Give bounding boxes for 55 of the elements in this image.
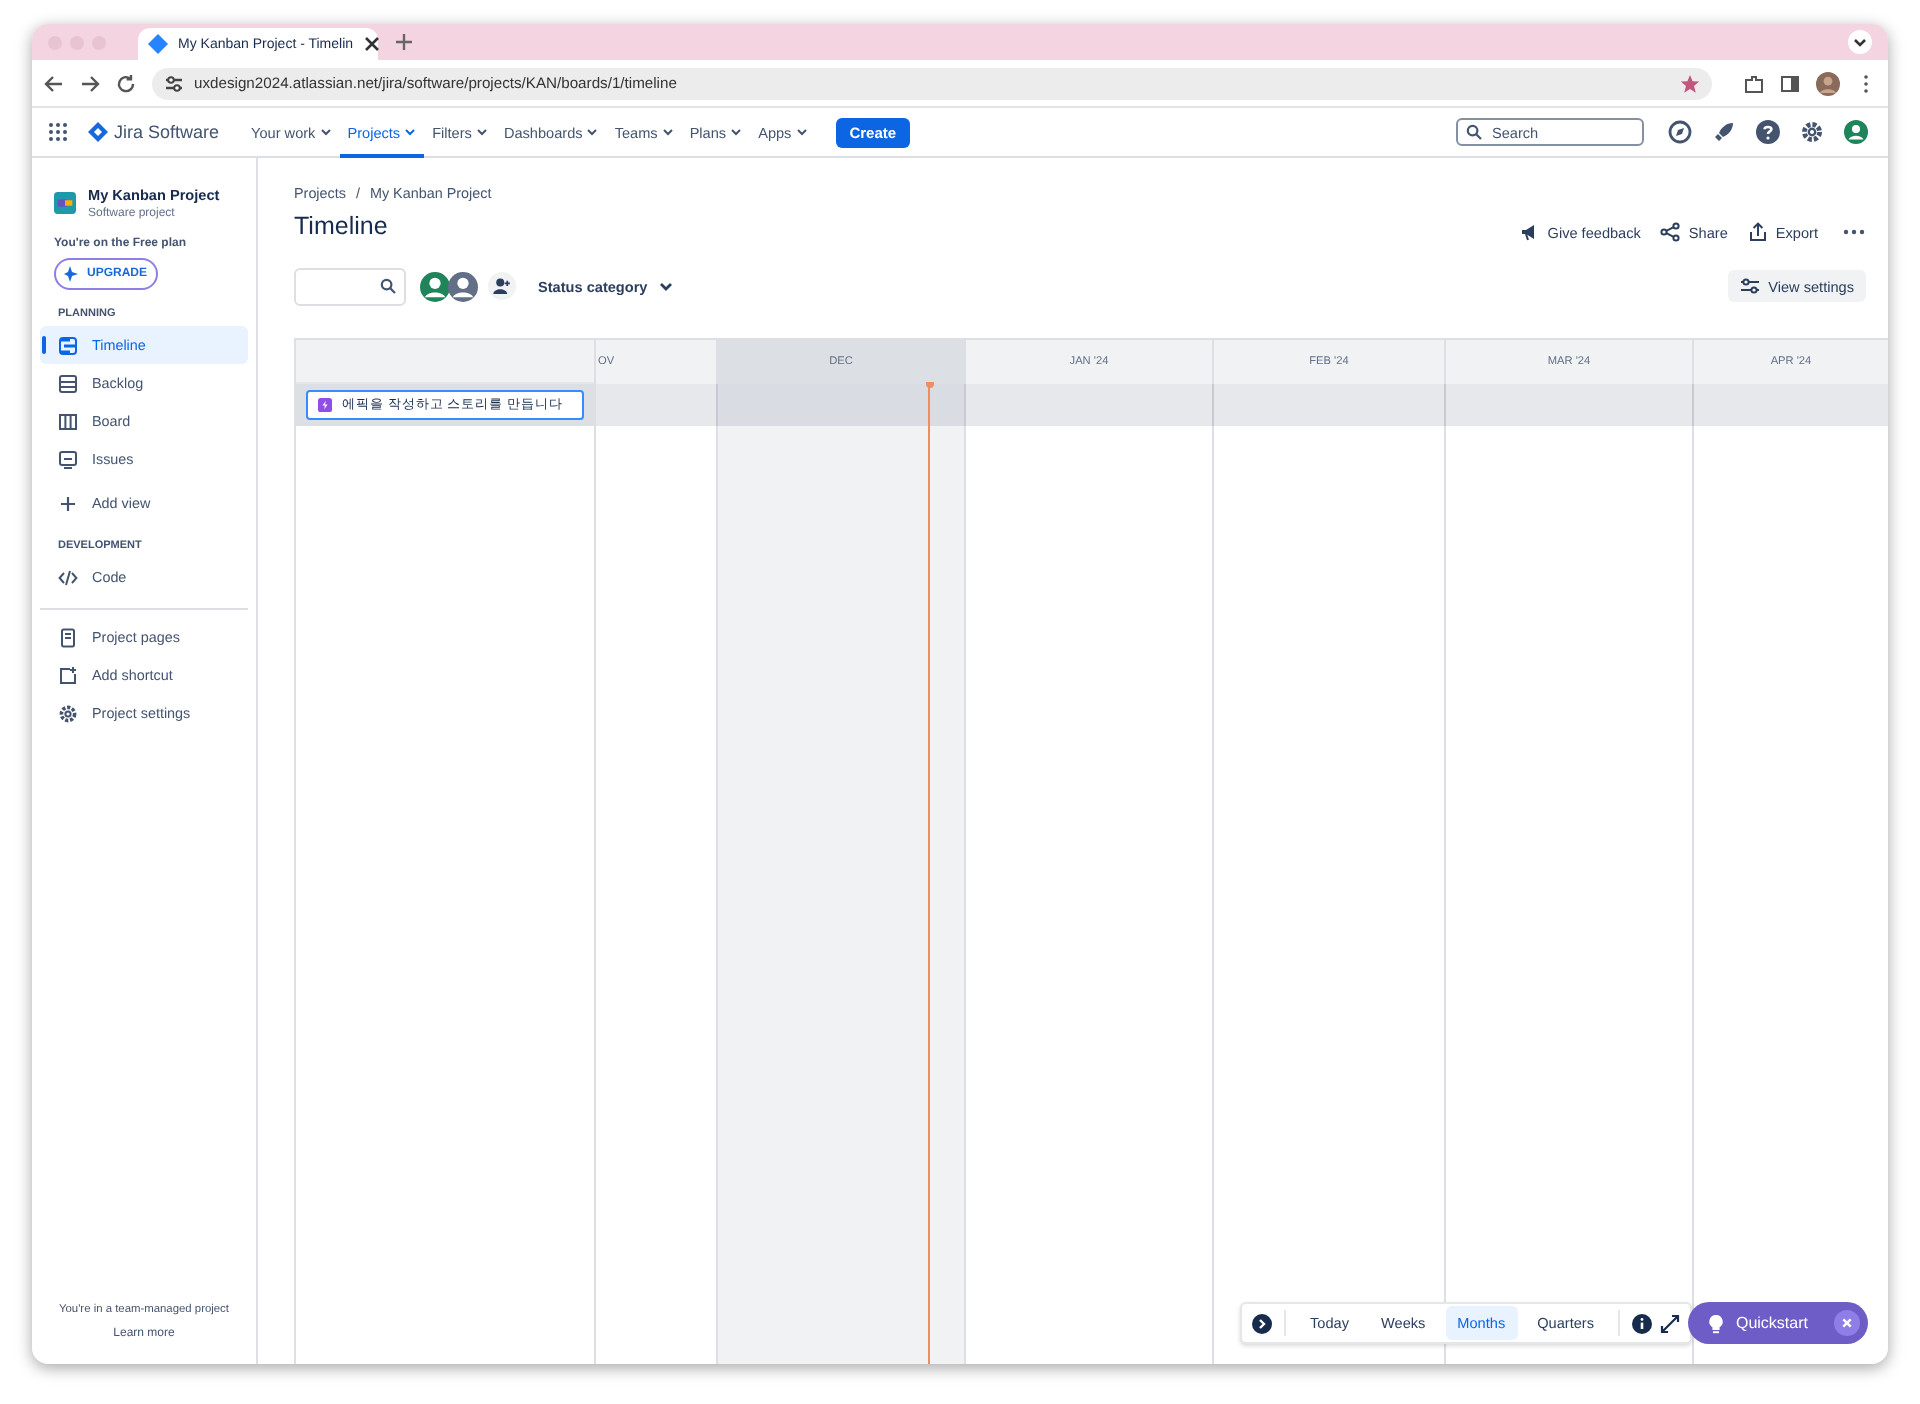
page-icon: [58, 627, 78, 647]
reload-icon[interactable]: [116, 73, 136, 93]
diamond-icon: [148, 34, 168, 54]
chevron-down-icon: [661, 126, 674, 138]
code-icon: [58, 567, 78, 587]
side-panel-icon[interactable]: [1780, 73, 1800, 93]
megaphone-icon: [1519, 222, 1540, 242]
chevron-down-icon: [319, 126, 332, 138]
plus-icon: [58, 493, 78, 513]
back-icon[interactable]: [44, 73, 64, 93]
compass-icon[interactable]: [1668, 120, 1692, 144]
timeline-icon: [58, 335, 78, 355]
chevron-down-icon: [586, 126, 599, 138]
chevron-down-icon: [475, 126, 488, 138]
search-icon: [1466, 124, 1482, 140]
chevron-icon[interactable]: [1848, 30, 1872, 54]
chevron-down-icon: [795, 126, 808, 138]
puzzle-icon[interactable]: [1744, 73, 1764, 93]
avatar-icon[interactable]: [448, 271, 478, 301]
stack-icon: [58, 373, 78, 393]
page-title: Timeline: [294, 212, 388, 240]
sparkle-icon: [64, 266, 81, 282]
expand-icon[interactable]: [1660, 1313, 1680, 1333]
chevron-down-icon: [657, 278, 674, 294]
settings-icon[interactable]: [1800, 120, 1824, 144]
epic-icon: [318, 398, 332, 412]
avatar-icon[interactable]: [420, 271, 450, 301]
profile-icon[interactable]: [1844, 120, 1868, 144]
share-icon: [1660, 222, 1681, 242]
new-tab-icon[interactable]: [394, 32, 414, 52]
quickstart-button[interactable]: Quickstart: [1687, 1302, 1868, 1344]
add-people-icon[interactable]: [488, 272, 516, 300]
avatar-icon[interactable]: [1816, 71, 1840, 95]
site-settings-icon[interactable]: [164, 73, 184, 93]
product-name[interactable]: Jira Software: [114, 122, 220, 142]
star-icon[interactable]: [1680, 73, 1700, 93]
chevron-right-icon[interactable]: [1252, 1313, 1273, 1333]
inbox-icon: [58, 449, 78, 469]
lightbulb-icon: [1705, 1313, 1726, 1333]
project-avatar-icon[interactable]: [54, 192, 76, 214]
add-shortcut-icon: [58, 665, 78, 685]
rocket-icon[interactable]: [1712, 120, 1736, 144]
app-switcher-icon[interactable]: [48, 122, 68, 142]
forward-icon[interactable]: [80, 73, 100, 93]
close-icon[interactable]: [363, 36, 380, 52]
chevron-down-icon: [730, 126, 743, 138]
columns-icon: [58, 411, 78, 431]
help-icon[interactable]: [1756, 120, 1780, 144]
jira-logo-icon[interactable]: [88, 122, 108, 142]
info-icon[interactable]: [1632, 1313, 1652, 1333]
sliders-icon: [1740, 276, 1761, 296]
export-icon: [1747, 222, 1768, 242]
search-icon: [380, 278, 396, 294]
chevron-down-icon: [404, 126, 417, 138]
settings-icon: [58, 703, 78, 723]
